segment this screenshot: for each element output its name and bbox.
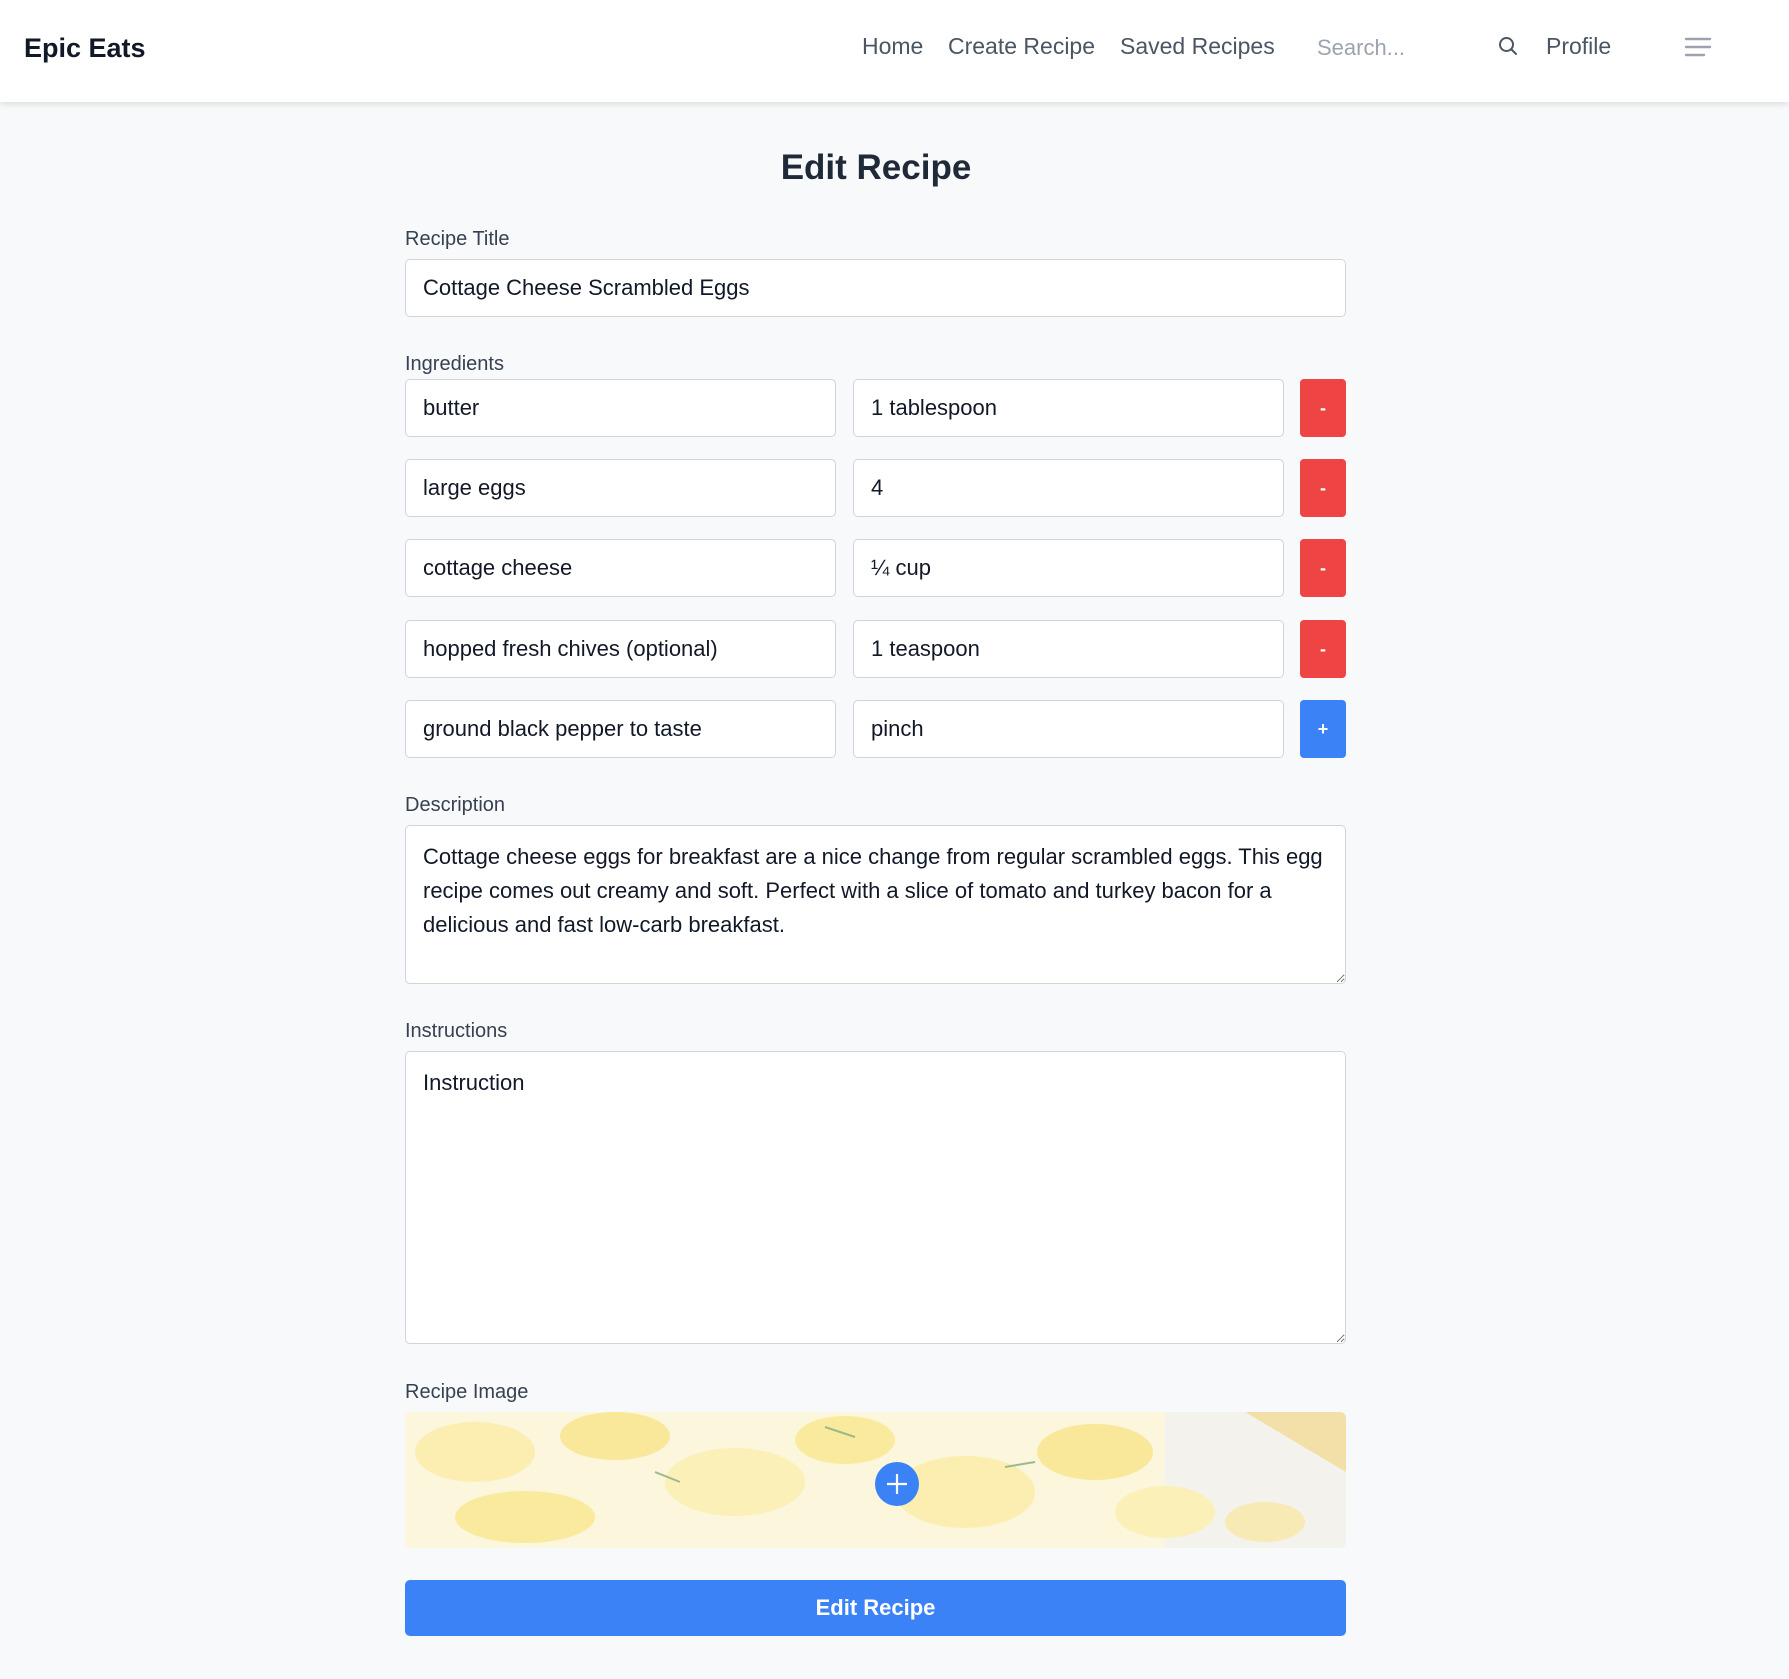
ingredient-name-input[interactable] — [405, 539, 836, 597]
search-input[interactable] — [1310, 28, 1510, 68]
instructions-textarea[interactable]: Instruction — [405, 1051, 1346, 1344]
ingredient-name-input[interactable] — [405, 700, 836, 758]
ingredient-name-input[interactable] — [405, 620, 836, 678]
nav-link-profile[interactable]: Profile — [1546, 33, 1611, 60]
recipe-title-input[interactable] — [405, 259, 1346, 317]
edit-recipe-submit-button[interactable]: Edit Recipe — [405, 1580, 1346, 1636]
ingredient-name-input[interactable] — [405, 379, 836, 437]
ingredient-amount-input[interactable] — [853, 620, 1284, 678]
hamburger-menu-icon[interactable] — [1684, 35, 1712, 59]
ingredient-amount-input[interactable] — [853, 539, 1284, 597]
remove-ingredient-button[interactable]: - — [1300, 539, 1346, 597]
plus-icon — [887, 1474, 907, 1494]
add-ingredient-button[interactable]: + — [1300, 700, 1346, 758]
ingredient-amount-input[interactable] — [853, 459, 1284, 517]
ingredient-amount-input[interactable] — [853, 379, 1284, 437]
page-title: Edit Recipe — [780, 148, 972, 187]
ingredients-label: Ingredients — [405, 353, 504, 375]
remove-ingredient-button[interactable]: - — [1300, 620, 1346, 678]
description-textarea[interactable]: Cottage cheese eggs for breakfast are a … — [405, 825, 1346, 984]
remove-ingredient-button[interactable]: - — [1300, 459, 1346, 517]
nav-link-home[interactable]: Home — [862, 33, 923, 60]
recipe-image-label: Recipe Image — [405, 1381, 529, 1403]
remove-ingredient-button[interactable]: - — [1300, 379, 1346, 437]
ingredient-name-input[interactable] — [405, 459, 836, 517]
brand-logo[interactable]: Epic Eats — [24, 33, 146, 64]
recipe-image-upload[interactable] — [405, 1412, 1346, 1548]
nav-link-create-recipe[interactable]: Create Recipe — [948, 33, 1095, 60]
nav-link-saved-recipes[interactable]: Saved Recipes — [1120, 33, 1275, 60]
recipe-title-label: Recipe Title — [405, 228, 510, 250]
add-image-button[interactable] — [875, 1462, 919, 1506]
instructions-label: Instructions — [405, 1020, 508, 1042]
ingredient-amount-input[interactable] — [853, 700, 1284, 758]
description-label: Description — [405, 794, 506, 816]
top-navbar: Epic Eats Home Create Recipe Saved Recip… — [0, 0, 1789, 102]
search-icon[interactable] — [1497, 35, 1519, 57]
